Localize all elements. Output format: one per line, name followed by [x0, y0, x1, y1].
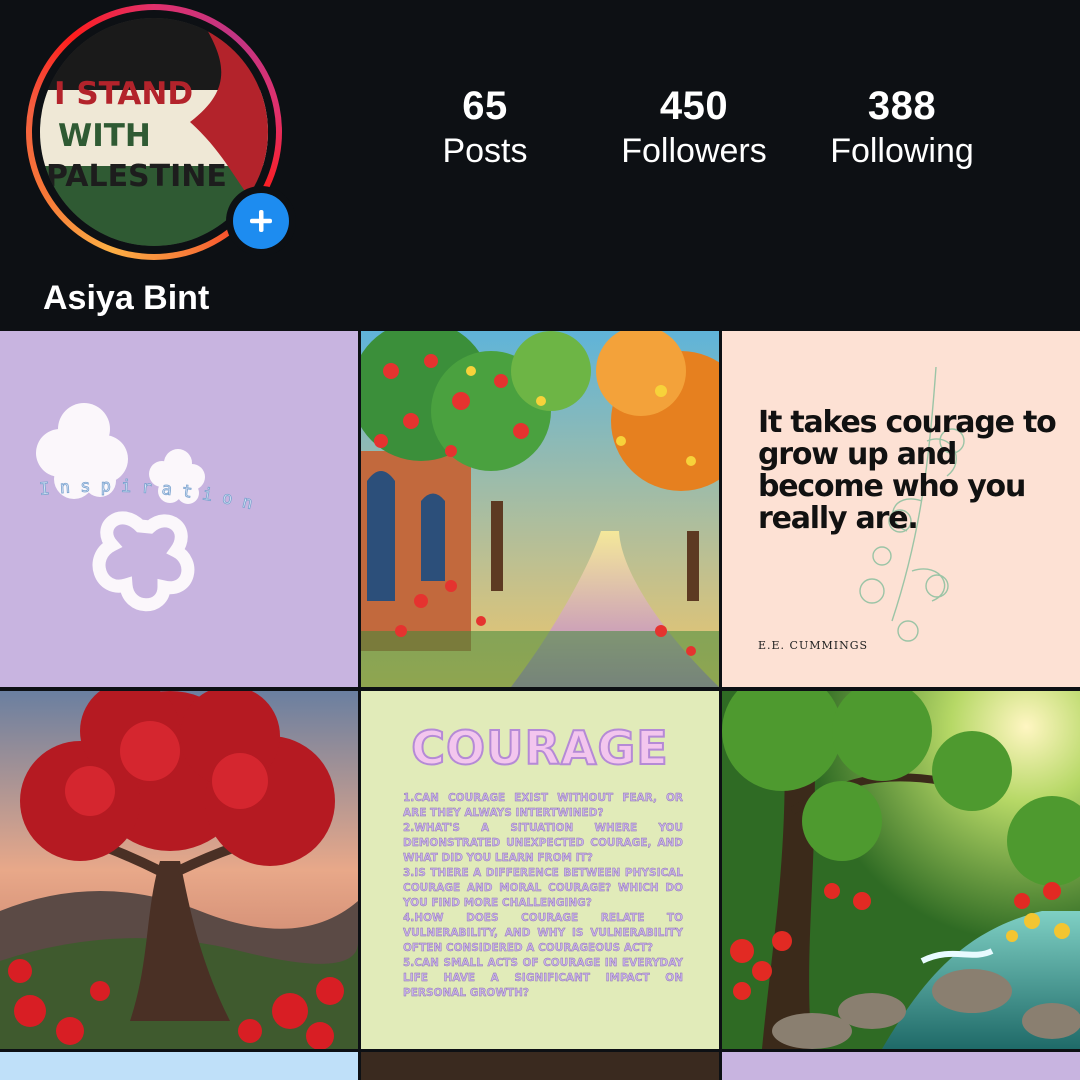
post-red-tree[interactable] [0, 691, 358, 1049]
profile-header: I STAND WITH PALESTINE 65 Posts 450 Foll… [0, 0, 1080, 330]
profile-stats: 65 Posts 450 Followers 388 Following [380, 84, 1080, 184]
add-story-button[interactable] [226, 186, 296, 256]
following-count-label: Following [830, 132, 974, 170]
quote-author: E.E. CUMMINGS [758, 639, 869, 652]
followers-count[interactable]: 450 Followers [584, 84, 804, 174]
avatar-text-line-3: PALESTINE [46, 159, 227, 194]
courage-question: 4.How does courage relate to vulnerabili… [403, 912, 683, 954]
post-courage[interactable]: COURAGE 1.Can courage exist without fear… [361, 691, 719, 1049]
post-quote[interactable]: It takes courage to grow up and become w… [722, 331, 1080, 687]
courage-question: 5.Can small acts of courage in everyday … [403, 957, 683, 999]
post-inspiration[interactable]: Inspiration [0, 331, 358, 687]
courage-questions: 1.Can courage exist without fear, or are… [403, 791, 683, 1001]
posts-count[interactable]: 65 Posts [375, 84, 595, 174]
post-partial-2[interactable] [361, 1052, 719, 1080]
profile-username: Asiya Bint [43, 279, 210, 317]
plus-icon [250, 210, 272, 232]
post-garden-path[interactable] [361, 331, 719, 687]
followers-count-label: Followers [621, 132, 767, 170]
post-grid: Inspiration It takes courage to grow up … [0, 331, 1080, 1080]
posts-count-label: Posts [442, 132, 528, 170]
post-forest-stream[interactable] [722, 691, 1080, 1049]
courage-question: 3.Is there a difference between physical… [403, 867, 683, 909]
following-count-value: 388 [867, 84, 937, 128]
followers-count-value: 450 [659, 84, 729, 128]
quote-text: It takes courage to grow up and become w… [758, 405, 1057, 536]
avatar-text-line-2: WITH [58, 118, 151, 154]
post-partial-1[interactable] [0, 1052, 358, 1080]
courage-question: 2.What's a situation where you demonstra… [403, 822, 683, 864]
following-count[interactable]: 388 Following [792, 84, 1012, 174]
courage-title: COURAGE [410, 720, 669, 776]
profile-avatar[interactable]: I STAND WITH PALESTINE [26, 4, 296, 260]
avatar-text-line-1: I STAND [54, 76, 193, 112]
courage-question: 1.Can courage exist without fear, or are… [403, 792, 683, 819]
posts-count-value: 65 [462, 84, 508, 128]
post-partial-3[interactable] [722, 1052, 1080, 1080]
